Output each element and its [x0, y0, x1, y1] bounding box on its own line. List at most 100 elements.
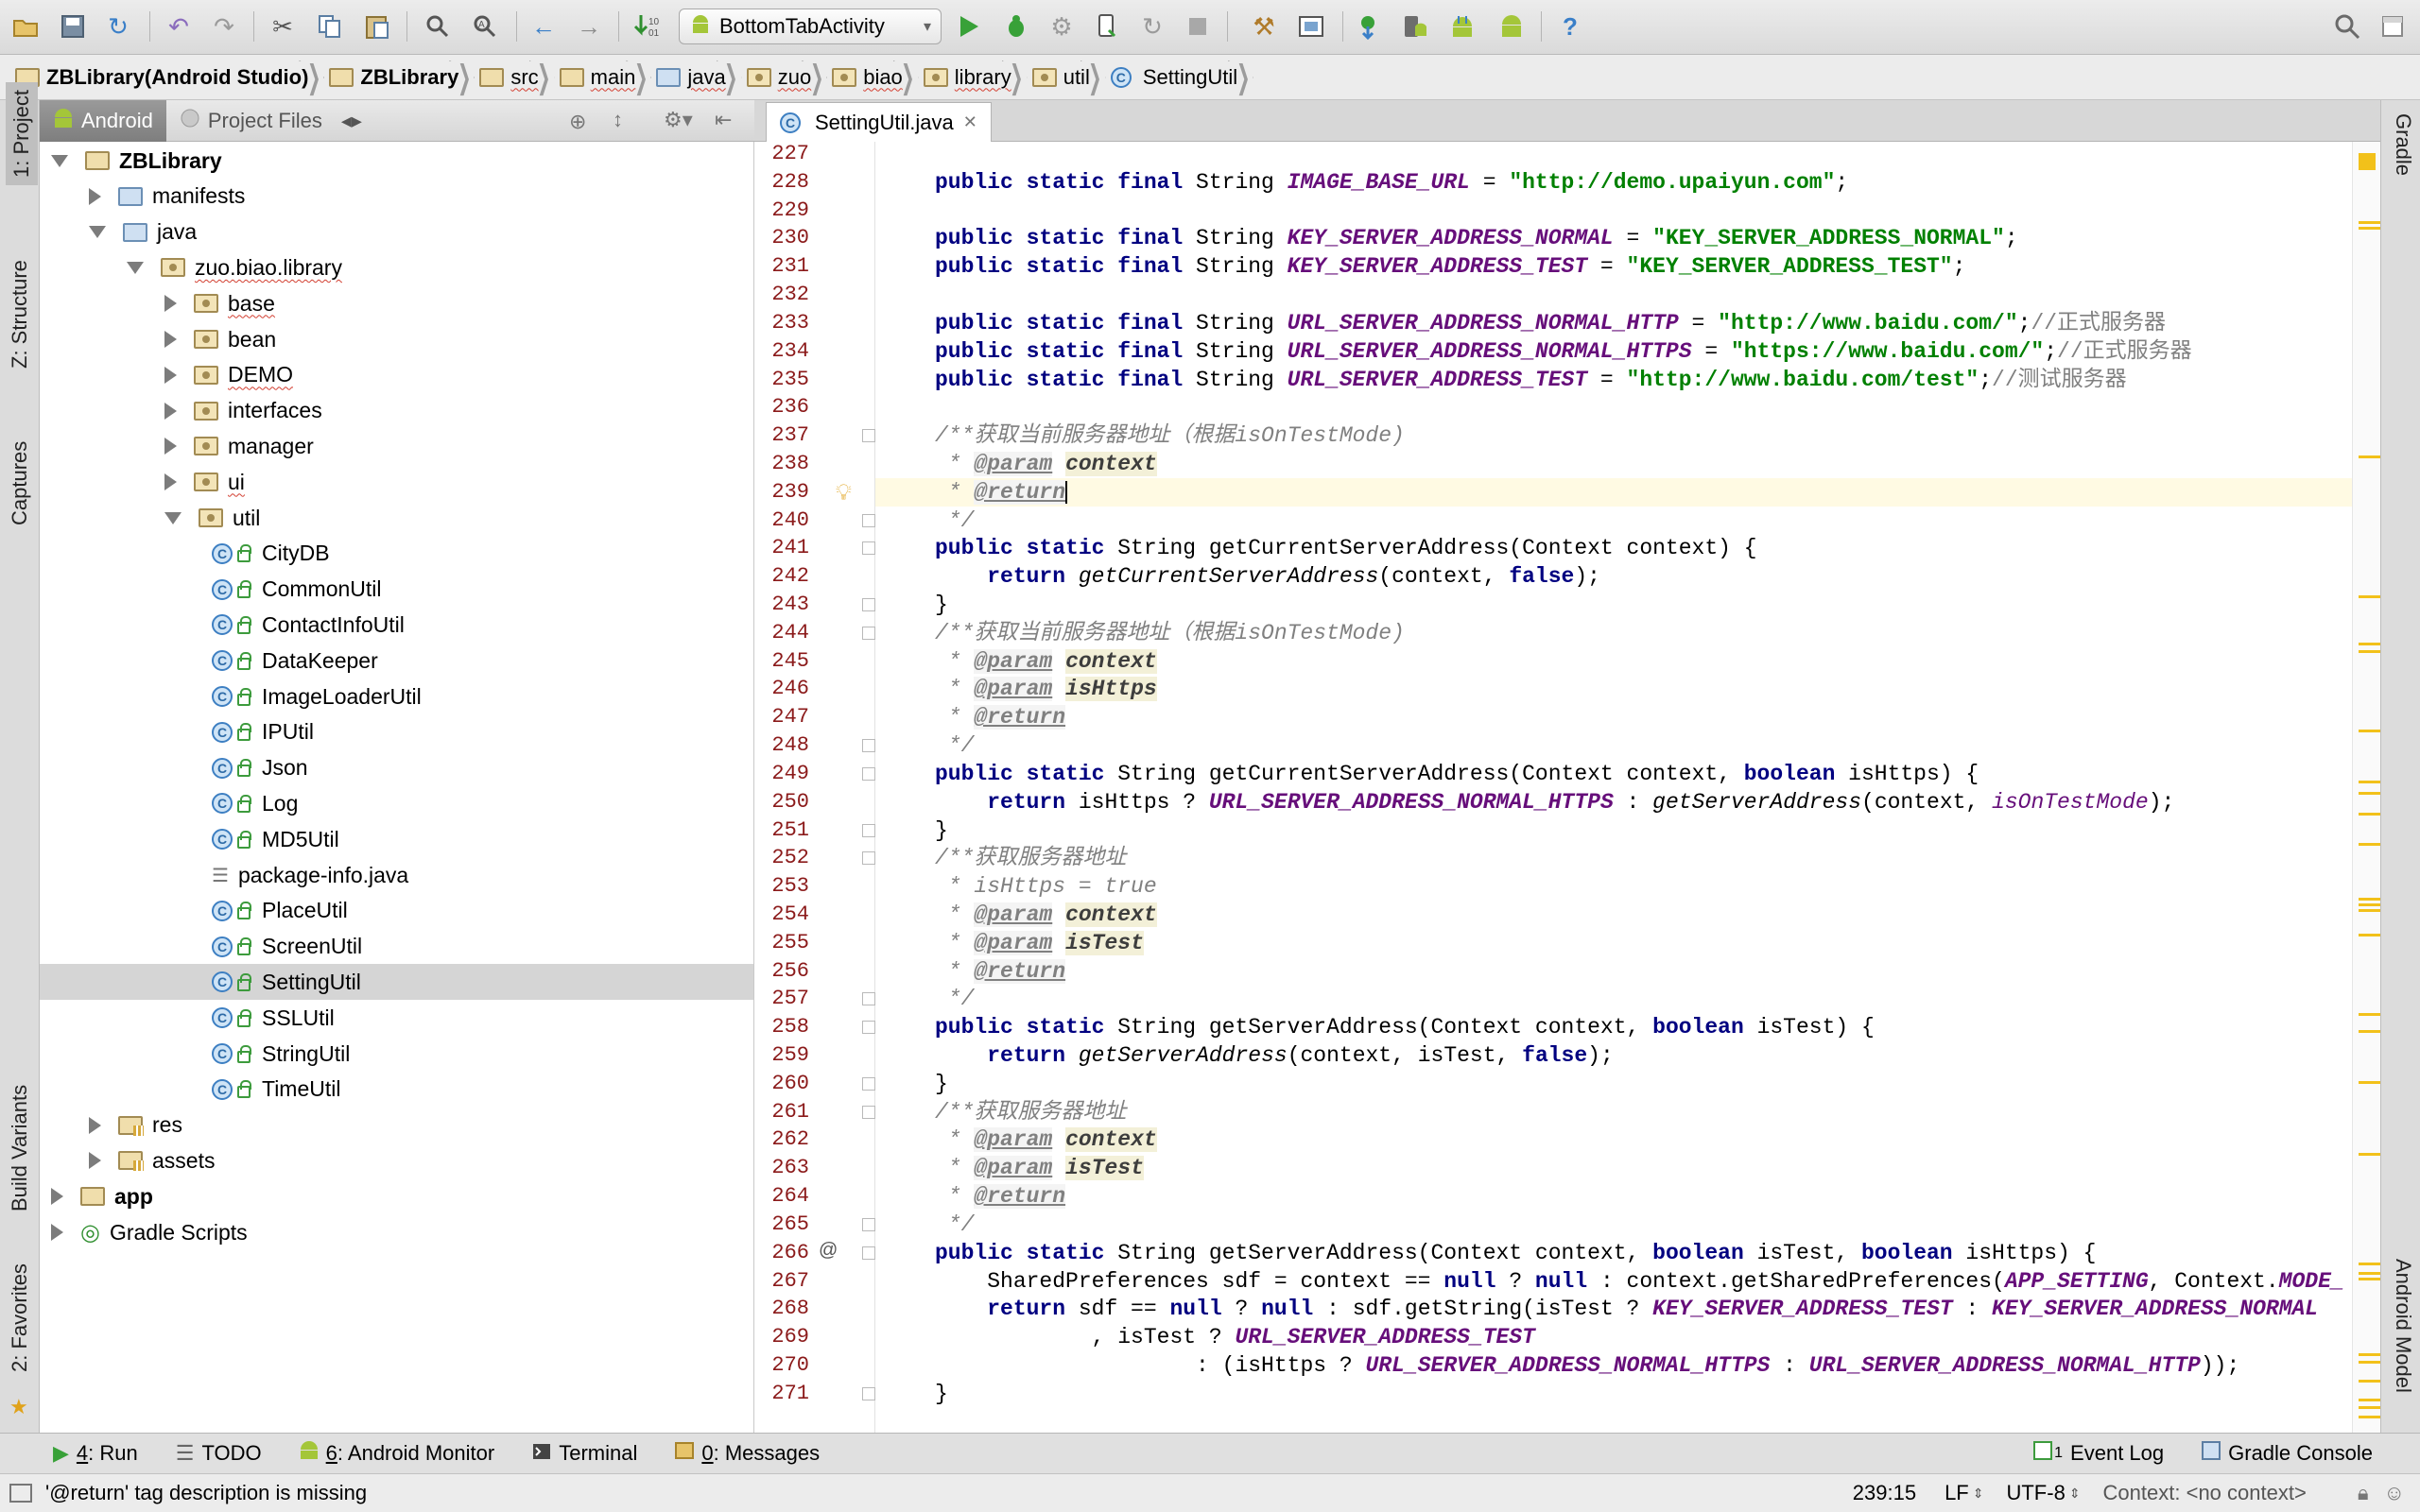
stop-icon[interactable]	[1180, 9, 1216, 44]
intention-bulb-icon[interactable]: 💡︎	[836, 480, 852, 507]
project-structure-icon[interactable]: ⚒	[1246, 9, 1282, 44]
tree-item[interactable]: C CommonUtil	[40, 572, 753, 608]
warning-stripe-mark[interactable]	[2359, 1406, 2380, 1409]
tree-item[interactable]: assets	[40, 1143, 753, 1178]
fold-marker-icon[interactable]	[862, 1021, 875, 1035]
tree-item[interactable]: C ScreenUtil	[40, 929, 753, 965]
fold-marker-icon[interactable]	[862, 598, 875, 612]
code-line[interactable]: public static String getCurrentServerAdd…	[935, 534, 1757, 562]
fold-marker-icon[interactable]	[862, 1386, 875, 1400]
tree-item[interactable]: C SSLUtil	[40, 1000, 753, 1036]
warning-indicator-icon[interactable]	[2359, 153, 2376, 170]
debug-icon[interactable]	[998, 9, 1034, 44]
caret-position[interactable]: 239:15	[1853, 1481, 1916, 1505]
warning-stripe-mark[interactable]	[2359, 1353, 2380, 1356]
warning-stripe-mark[interactable]	[2359, 792, 2380, 795]
expand-arrow-open-icon[interactable]	[164, 511, 182, 524]
settings-icon[interactable]	[2375, 9, 2411, 44]
apply-changes-icon[interactable]	[1089, 9, 1125, 44]
warning-stripe-mark[interactable]	[2359, 934, 2380, 936]
warning-stripe-mark[interactable]	[2359, 595, 2380, 598]
expand-arrow-open-icon[interactable]	[127, 261, 144, 274]
code-line[interactable]: * isHttps = true	[935, 872, 1157, 901]
project-tool-tab[interactable]: 1: Project	[6, 82, 38, 185]
warning-stripe-mark[interactable]	[2359, 221, 2380, 224]
breadcrumb-item[interactable]: library ❯	[923, 55, 1032, 100]
code-line[interactable]: return sdf == null ? null : sdf.getStrin…	[935, 1295, 2318, 1323]
code-line[interactable]: }	[935, 816, 948, 845]
collapse-all-icon[interactable]: ↕	[613, 108, 623, 132]
line-separator[interactable]: LF	[1945, 1481, 1969, 1505]
tree-item[interactable]: ☰ package-info.java	[40, 857, 753, 893]
expand-arrow-closed-icon[interactable]	[51, 1188, 63, 1206]
tree-item[interactable]: C CityDB	[40, 536, 753, 572]
tree-item[interactable]: C ContactInfoUtil	[40, 607, 753, 643]
code-line[interactable]: /**获取服务器地址	[935, 844, 1126, 872]
code-line[interactable]: public static final String KEY_SERVER_AD…	[935, 224, 2018, 252]
breadcrumb-item[interactable]: ZBLibrary(Android Studio) ❯	[15, 55, 329, 100]
warning-stripe-mark[interactable]	[2359, 1399, 2380, 1401]
tree-item[interactable]: C TimeUtil	[40, 1072, 753, 1108]
error-stripe[interactable]	[2352, 142, 2380, 1433]
lock-icon[interactable]: 🔒︎	[2358, 1481, 2369, 1505]
code-line[interactable]: public static final String URL_SERVER_AD…	[935, 366, 2127, 394]
code-line[interactable]: * @param isTest	[935, 929, 1144, 957]
tree-item[interactable]: bean	[40, 321, 753, 357]
warning-stripe-mark[interactable]	[2359, 650, 2380, 653]
make-project-icon[interactable]: 10 01	[630, 9, 666, 44]
tree-item[interactable]: interfaces	[40, 393, 753, 429]
tree-item[interactable]: C SettingUtil	[40, 964, 753, 1001]
code-line[interactable]: /**获取当前服务器地址（根据isOnTestMode)	[935, 421, 1405, 450]
cut-icon[interactable]: ✂	[265, 9, 301, 44]
breadcrumb-item[interactable]: ZBLibrary ❯	[329, 55, 479, 100]
tab-scroll-icon[interactable]: ◂▸	[336, 100, 368, 142]
run-configuration-select[interactable]: BottomTabActivity ▾	[679, 9, 942, 44]
android-monitor-tool-button[interactable]: 6: Android Monitor	[281, 1441, 514, 1466]
redo-icon[interactable]: ↷	[206, 9, 242, 44]
event-log-tool-button[interactable]: 1 Event Log	[2014, 1441, 2183, 1466]
warning-stripe-mark[interactable]	[2359, 903, 2380, 906]
warning-stripe-mark[interactable]	[2359, 813, 2380, 816]
tree-item[interactable]: C Json	[40, 750, 753, 786]
tree-item[interactable]: ui	[40, 464, 753, 500]
code-line[interactable]: * @param context	[935, 647, 1157, 676]
code-line[interactable]: * @param context	[935, 1125, 1157, 1154]
editor-tab-settingutil[interactable]: C SettingUtil.java ✕	[766, 102, 992, 142]
code-line[interactable]: /**获取当前服务器地址（根据isOnTestMode)	[935, 619, 1405, 647]
code-line[interactable]: SharedPreferences sdf = context == null …	[935, 1267, 2343, 1296]
open-folder-icon[interactable]	[8, 9, 43, 44]
tab-android[interactable]: Android	[40, 99, 166, 142]
tree-item[interactable]: base	[40, 285, 753, 321]
run-icon[interactable]	[951, 9, 987, 44]
back-icon[interactable]: ←	[526, 9, 562, 44]
todo-tool-button[interactable]: ☰ TODO	[157, 1441, 281, 1466]
gradle-sync-icon[interactable]	[1350, 9, 1386, 44]
sdk-manager-icon[interactable]	[1293, 9, 1329, 44]
captures-tool-tab[interactable]: Captures	[8, 436, 32, 531]
code-line[interactable]: * @return	[935, 703, 1066, 731]
code-line[interactable]: return isHttps ? URL_SERVER_ADDRESS_NORM…	[935, 788, 2174, 816]
expand-arrow-closed-icon[interactable]	[164, 402, 177, 420]
warning-stripe-mark[interactable]	[2359, 730, 2380, 732]
run-tool-button[interactable]: ▶ 4: Run	[0, 1441, 157, 1466]
code-line[interactable]: */	[935, 1211, 975, 1239]
android-device-monitor-icon[interactable]	[1444, 9, 1480, 44]
gear-icon[interactable]: ⚙▾	[664, 108, 693, 132]
fold-marker-icon[interactable]	[862, 513, 875, 527]
warning-stripe-mark[interactable]	[2359, 1153, 2380, 1156]
tree-item[interactable]: C PlaceUtil	[40, 893, 753, 929]
structure-tool-tab[interactable]: Z: Structure	[8, 254, 32, 374]
warning-stripe-mark[interactable]	[2359, 1361, 2380, 1364]
code-editor[interactable]: public static final String IMAGE_BASE_UR…	[754, 142, 2380, 1433]
code-line[interactable]: public static String getServerAddress(Co…	[935, 1013, 1875, 1041]
fold-marker-icon[interactable]	[862, 429, 875, 443]
android-icon[interactable]	[1494, 9, 1530, 44]
code-line[interactable]: , isTest ? URL_SERVER_ADDRESS_TEST	[935, 1323, 1535, 1351]
code-line[interactable]: }	[935, 1380, 948, 1408]
undo-icon[interactable]: ↶	[161, 9, 197, 44]
expand-arrow-closed-icon[interactable]	[164, 331, 177, 348]
avd-manager-icon[interactable]	[1397, 9, 1433, 44]
code-line[interactable]: */	[935, 985, 975, 1013]
tree-item[interactable]: manager	[40, 428, 753, 464]
breadcrumb-item[interactable]: java ❯	[656, 55, 746, 100]
